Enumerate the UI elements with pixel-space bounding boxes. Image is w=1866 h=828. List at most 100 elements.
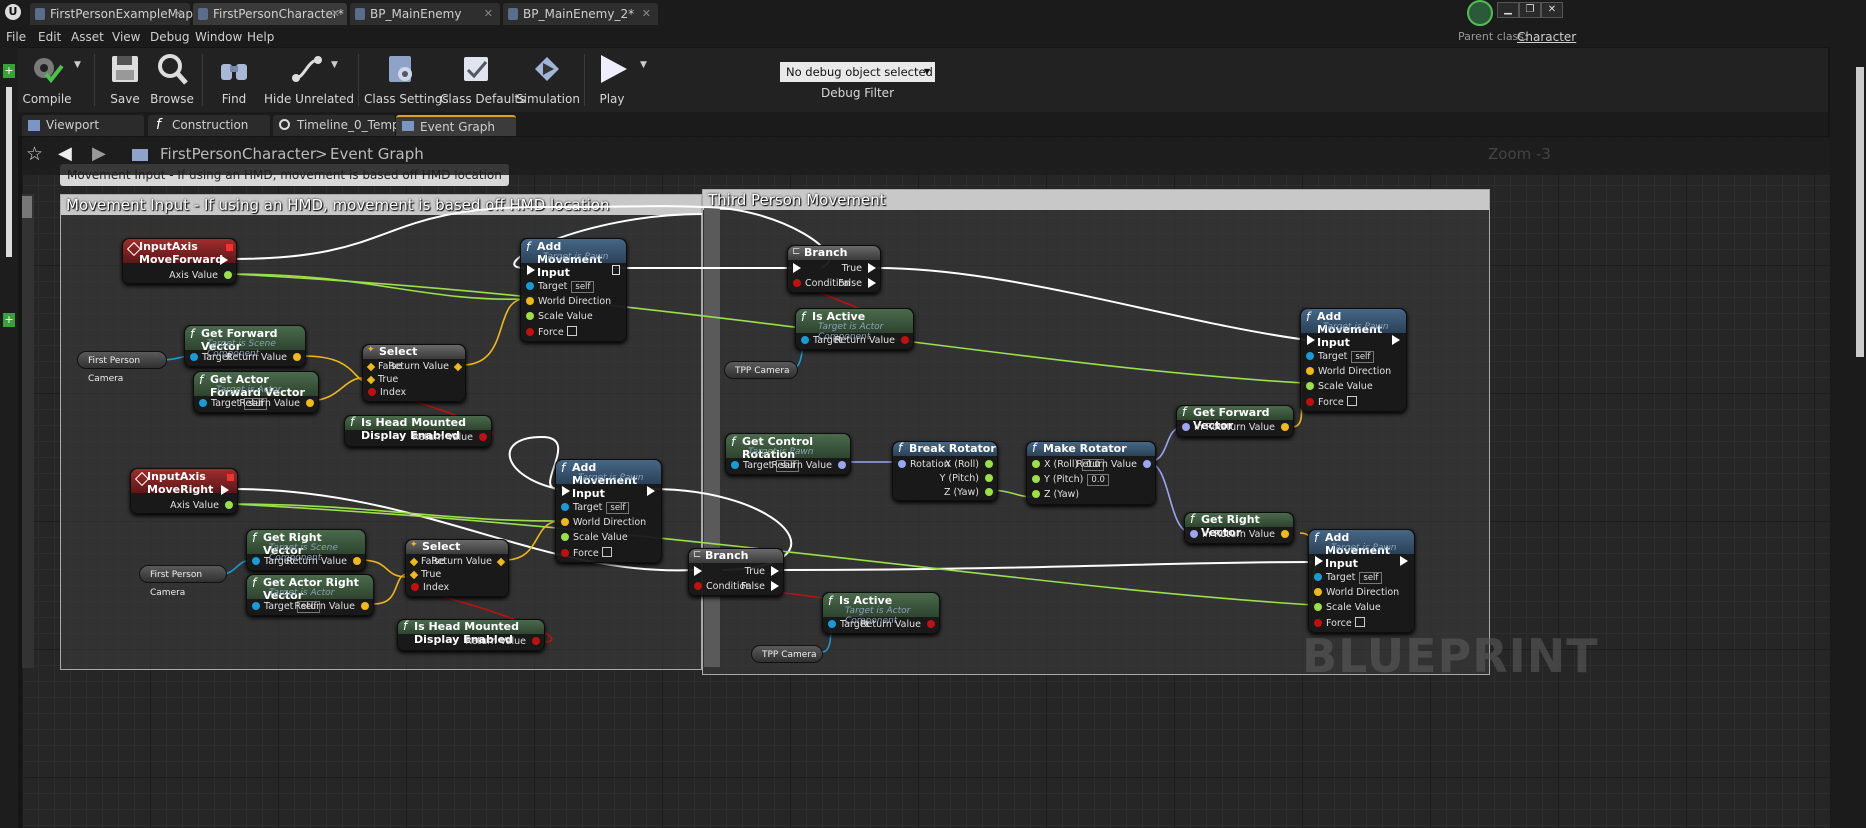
exec-in-pin[interactable]: [1307, 335, 1319, 346]
target-pin[interactable]: Target: [190, 352, 231, 363]
exec-out-pin[interactable]: [1400, 556, 1412, 567]
return-value-pin[interactable]: Return Value: [1076, 459, 1151, 470]
simulation-button[interactable]: Simulation: [516, 48, 580, 112]
close-icon[interactable]: ✕: [642, 3, 651, 25]
node-select-2[interactable]: ✦ Select False Return Value True Index: [405, 539, 509, 597]
scale-value-pin[interactable]: Scale Value: [561, 532, 628, 543]
save-button[interactable]: Save: [104, 48, 146, 112]
force-pin[interactable]: Force: [1314, 617, 1365, 629]
play-button[interactable]: Play: [590, 48, 634, 112]
exec-in-pin[interactable]: [562, 486, 574, 497]
menu-help[interactable]: Help: [247, 27, 274, 47]
chevron-down-icon[interactable]: ▼: [331, 60, 338, 70]
menu-asset[interactable]: Asset: [71, 27, 104, 47]
debug-object-dropdown[interactable]: No debug object selected ▼: [780, 62, 935, 82]
exec-out-pin[interactable]: [1392, 335, 1404, 346]
return-value-pin[interactable]: Return Value: [239, 398, 314, 409]
add-icon[interactable]: +: [3, 64, 15, 78]
chevron-down-icon[interactable]: ▼: [74, 60, 81, 70]
source-control-icon[interactable]: [1467, 0, 1493, 26]
world-direction-pin[interactable]: World Direction: [561, 517, 646, 528]
chevron-down-icon[interactable]: ▼: [640, 60, 647, 70]
world-direction-pin[interactable]: World Direction: [526, 296, 611, 307]
return-value-pin[interactable]: Return Value: [388, 361, 463, 372]
node-vector-get-forward[interactable]: f Get Forward Vector In Rot Return Value: [1176, 405, 1294, 437]
node-get-right-vector[interactable]: f Get Right Vector Target is Scene Compone…: [246, 529, 366, 571]
maximize-button[interactable]: ❐: [1519, 2, 1541, 18]
axis-value-pin[interactable]: Axis Value: [170, 500, 233, 511]
minimize-button[interactable]: ▁: [1497, 2, 1519, 18]
return-value-pin[interactable]: Return Value: [1214, 422, 1289, 433]
panel-scrollbar[interactable]: [6, 87, 12, 257]
index-pin[interactable]: Index: [411, 582, 449, 593]
back-arrow-icon[interactable]: ◀: [58, 143, 72, 164]
node-add-movement-input-3[interactable]: f Add Movement Input Target is Pawn Target…: [1300, 308, 1407, 412]
breadcrumb-current[interactable]: Event Graph: [330, 145, 424, 163]
menu-debug[interactable]: Debug: [150, 27, 189, 47]
pitch-pin[interactable]: Y (Pitch): [940, 473, 993, 484]
menu-view[interactable]: View: [112, 27, 140, 47]
yaw-pin[interactable]: Z (Yaw): [944, 487, 993, 498]
tab-event-graph[interactable]: Event Graph: [396, 115, 516, 136]
yaw-pin[interactable]: Z (Yaw): [1032, 489, 1079, 500]
node-get-forward-vector[interactable]: f Get Forward Vector Target is Scene Compo…: [184, 325, 306, 367]
node-add-movement-input-1[interactable]: f Add Movement Input Target is Pawn Target…: [520, 238, 627, 342]
scale-value-pin[interactable]: Scale Value: [526, 311, 593, 322]
exec-out-pin[interactable]: [612, 265, 624, 276]
scale-value-pin[interactable]: Scale Value: [1314, 602, 1381, 613]
add-icon[interactable]: +: [3, 313, 15, 327]
checkbox[interactable]: [1346, 396, 1357, 406]
exec-in-pin[interactable]: [793, 263, 805, 274]
false-pin[interactable]: False: [741, 581, 779, 592]
false-pin[interactable]: False: [838, 278, 876, 289]
node-break-rotator[interactable]: f Break Rotator Rotation X (Roll) Y (Pitc…: [892, 441, 998, 501]
exec-in-pin[interactable]: [694, 566, 706, 577]
exec-out-pin[interactable]: [220, 255, 232, 266]
delegate-pin[interactable]: [227, 474, 234, 481]
menu-edit[interactable]: Edit: [38, 27, 61, 47]
tab-timeline[interactable]: Timeline_0_Templa: [273, 115, 410, 136]
tab-construction-script[interactable]: fConstruction Scrip: [148, 115, 270, 153]
class-settings-button[interactable]: Class Settings: [364, 48, 449, 112]
event-graph-canvas[interactable]: Movement Input - If using an HMD, moveme…: [22, 137, 1830, 828]
axis-value-pin[interactable]: Axis Value: [169, 270, 232, 281]
node-is-active-2[interactable]: f Is Active Target is Actor Component Targ…: [822, 592, 940, 634]
return-value-pin[interactable]: Return Value: [431, 556, 506, 567]
target-pin[interactable]: Target self: [561, 502, 630, 514]
pitch-pin[interactable]: Y (Pitch) 0.0: [1032, 474, 1109, 486]
return-value-pin[interactable]: Return Value: [226, 352, 301, 363]
node-inputaxis-moveright[interactable]: InputAxis MoveRight Axis Value: [130, 468, 238, 514]
return-value-pin[interactable]: Return Value: [412, 432, 487, 443]
return-value-pin[interactable]: Return Value: [1214, 529, 1289, 540]
find-button[interactable]: Find: [208, 48, 260, 112]
return-value-pin[interactable]: Return Value: [286, 556, 361, 567]
star-icon[interactable]: ☆: [26, 143, 43, 165]
return-value-pin[interactable]: Return Value: [465, 636, 540, 647]
panel-scrollbar[interactable]: [1856, 67, 1864, 357]
tpp-camera-variable[interactable]: TPP Camera: [724, 361, 798, 379]
close-icon[interactable]: ✕: [484, 3, 493, 25]
compile-button[interactable]: Compile: [20, 48, 74, 112]
tab-bp-main-enemy-2[interactable]: BP_MainEnemy_2* ✕: [503, 3, 658, 25]
node-vector-get-right[interactable]: f Get Right Vector In Rot Return Value: [1184, 512, 1294, 544]
force-pin[interactable]: Force: [526, 326, 577, 338]
tab-first-person-character[interactable]: FirstPersonCharacter* ✕: [193, 3, 347, 25]
forward-arrow-icon[interactable]: ▶: [92, 143, 106, 164]
exec-in-pin[interactable]: [1315, 556, 1327, 567]
first-person-camera-variable[interactable]: First Person Camera: [77, 351, 167, 384]
target-pin[interactable]: Target self: [1314, 572, 1383, 584]
checkbox[interactable]: [566, 326, 577, 336]
node-is-active-1[interactable]: f Is Active Target is Actor Component Targ…: [795, 308, 914, 350]
class-defaults-button[interactable]: Class Defaults: [440, 48, 525, 112]
force-pin[interactable]: Force: [561, 547, 612, 559]
close-button[interactable]: ✕: [1541, 2, 1563, 18]
node-select-1[interactable]: ✦ Select False Return Value True Index: [362, 344, 466, 402]
breadcrumb-root[interactable]: FirstPersonCharacter: [160, 145, 316, 163]
node-add-movement-input-2[interactable]: f Add Movement Input Target is Pawn Target…: [555, 459, 662, 563]
true-pin[interactable]: True: [409, 569, 441, 580]
browse-button[interactable]: Browse: [148, 48, 196, 112]
rotation-pin[interactable]: Rotation: [898, 459, 950, 470]
close-icon[interactable]: ✕: [331, 3, 340, 25]
exec-out-pin[interactable]: [647, 486, 659, 497]
node-get-control-rotation[interactable]: f Get Control Rotation Target is Pawn Targ…: [725, 433, 851, 475]
